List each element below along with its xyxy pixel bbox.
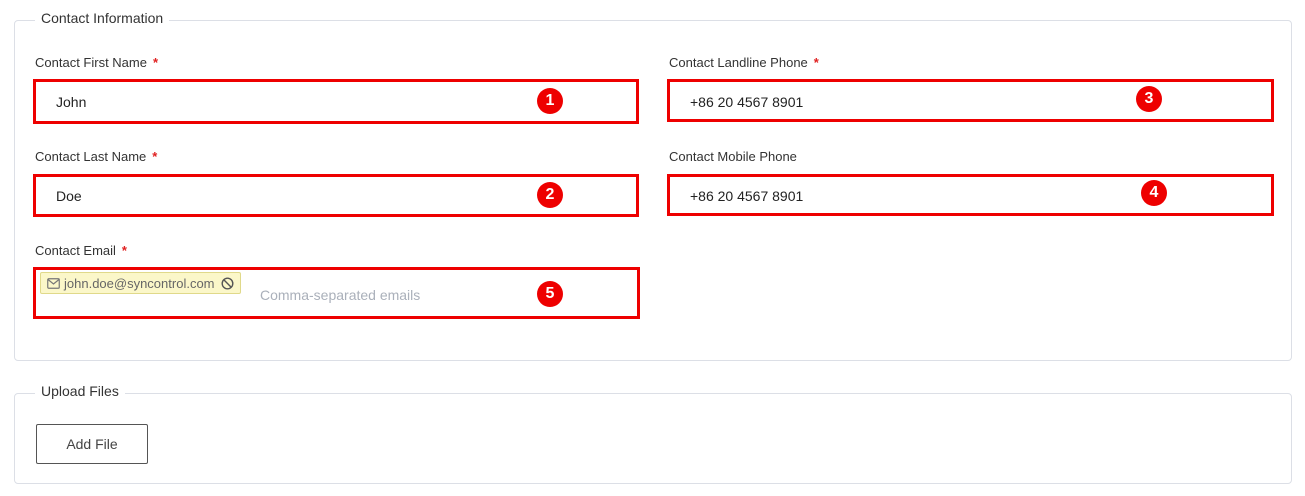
annotation-badge: 5 — [537, 281, 563, 307]
required-mark: * — [152, 55, 159, 70]
required-mark: * — [813, 55, 819, 70]
landline-label: Contact Landline Phone * — [669, 55, 819, 70]
section-legend: Contact Information — [35, 10, 170, 26]
section-legend: Upload Files — [35, 383, 125, 399]
landline-phone-field[interactable]: +86 20 4567 8901 — [667, 79, 1274, 122]
last-name-label: Contact Last Name * — [35, 149, 157, 164]
annotation-badge: 3 — [1136, 86, 1162, 112]
first-name-value: John — [56, 94, 87, 110]
block-icon[interactable] — [220, 276, 234, 290]
email-chip-text: john.doe@syncontrol.com — [64, 275, 215, 291]
upload-files-section: Upload Files Add File — [14, 383, 1292, 484]
required-mark: * — [121, 243, 127, 258]
annotation-badge: 4 — [1141, 180, 1167, 206]
annotation-badge: 1 — [537, 88, 563, 114]
landline-label-text: Contact Landline Phone — [669, 55, 808, 70]
email-label: Contact Email * — [35, 243, 127, 258]
mobile-label: Contact Mobile Phone — [669, 149, 797, 164]
mobile-phone-value: +86 20 4567 8901 — [690, 188, 804, 204]
landline-phone-value: +86 20 4567 8901 — [690, 94, 804, 110]
email-placeholder: Comma-separated emails — [260, 287, 421, 303]
last-name-value: Doe — [56, 188, 82, 204]
email-chip: john.doe@syncontrol.com — [40, 272, 241, 294]
mobile-label-text: Contact Mobile Phone — [669, 149, 797, 164]
add-file-button[interactable]: Add File — [36, 424, 148, 464]
first-name-label-text: Contact First Name — [35, 55, 147, 70]
required-mark: * — [152, 149, 158, 164]
annotation-badge: 2 — [537, 182, 563, 208]
mail-icon — [47, 277, 60, 289]
email-label-text: Contact Email — [35, 243, 116, 258]
first-name-label: Contact First Name * — [35, 55, 158, 70]
mobile-phone-field[interactable]: +86 20 4567 8901 — [667, 174, 1274, 216]
last-name-label-text: Contact Last Name — [35, 149, 147, 164]
